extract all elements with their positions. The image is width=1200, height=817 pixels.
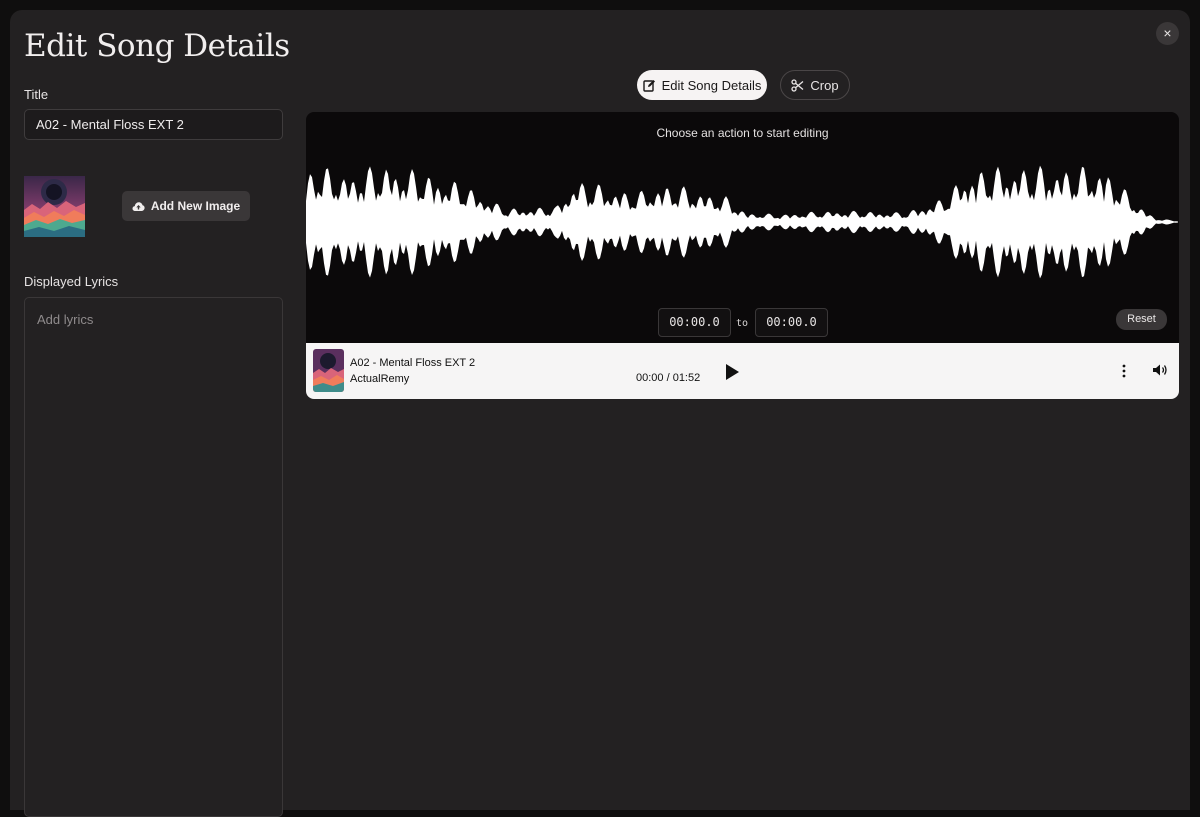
cover-image <box>24 176 85 237</box>
audio-waveform[interactable] <box>306 160 1179 284</box>
to-label: to <box>736 318 749 329</box>
start-time-input[interactable]: 00:00.0 <box>658 308 731 337</box>
tab-crop[interactable]: Crop <box>780 70 850 100</box>
tab-label: Edit Song Details <box>661 77 762 93</box>
waveform-editor: Choose an action to start editing 00:00.… <box>306 112 1179 399</box>
end-time-input[interactable]: 00:00.0 <box>755 308 828 337</box>
title-label: Title <box>24 87 49 102</box>
waveform-shape <box>306 165 1178 279</box>
edit-song-modal: Edit Song Details × Title A02 - Mental F… <box>10 10 1190 817</box>
tab-label: Crop <box>810 77 839 93</box>
close-button[interactable]: × <box>1156 22 1179 45</box>
lyrics-label: Displayed Lyrics <box>24 274 119 289</box>
volume-icon[interactable] <box>1152 363 1168 377</box>
lyrics-textarea[interactable]: Add lyrics <box>24 297 283 817</box>
player-cover-image <box>313 349 344 392</box>
lyrics-placeholder: Add lyrics <box>37 312 94 327</box>
track-title: A02 - Mental Floss EXT 2 <box>350 357 476 369</box>
edit-icon <box>642 79 655 92</box>
add-image-label: Add New Image <box>150 199 241 213</box>
scissors-icon <box>791 78 804 92</box>
track-artist: ActualRemy <box>350 373 410 385</box>
title-input[interactable] <box>24 109 283 140</box>
close-icon: × <box>1163 25 1172 41</box>
reset-button[interactable]: Reset <box>1116 309 1167 330</box>
more-options-icon[interactable] <box>1120 363 1128 379</box>
tab-edit-song-details[interactable]: Edit Song Details <box>637 70 767 100</box>
audio-player: A02 - Mental Floss EXT 2 ActualRemy 00:0… <box>306 343 1179 399</box>
page-title: Edit Song Details <box>24 28 290 64</box>
cloud-upload-icon <box>132 201 145 211</box>
editor-hint: Choose an action to start editing <box>656 126 829 140</box>
track-time: 00:00 / 01:52 <box>636 372 701 384</box>
play-icon[interactable] <box>724 363 740 381</box>
add-image-button[interactable]: Add New Image <box>122 191 250 221</box>
